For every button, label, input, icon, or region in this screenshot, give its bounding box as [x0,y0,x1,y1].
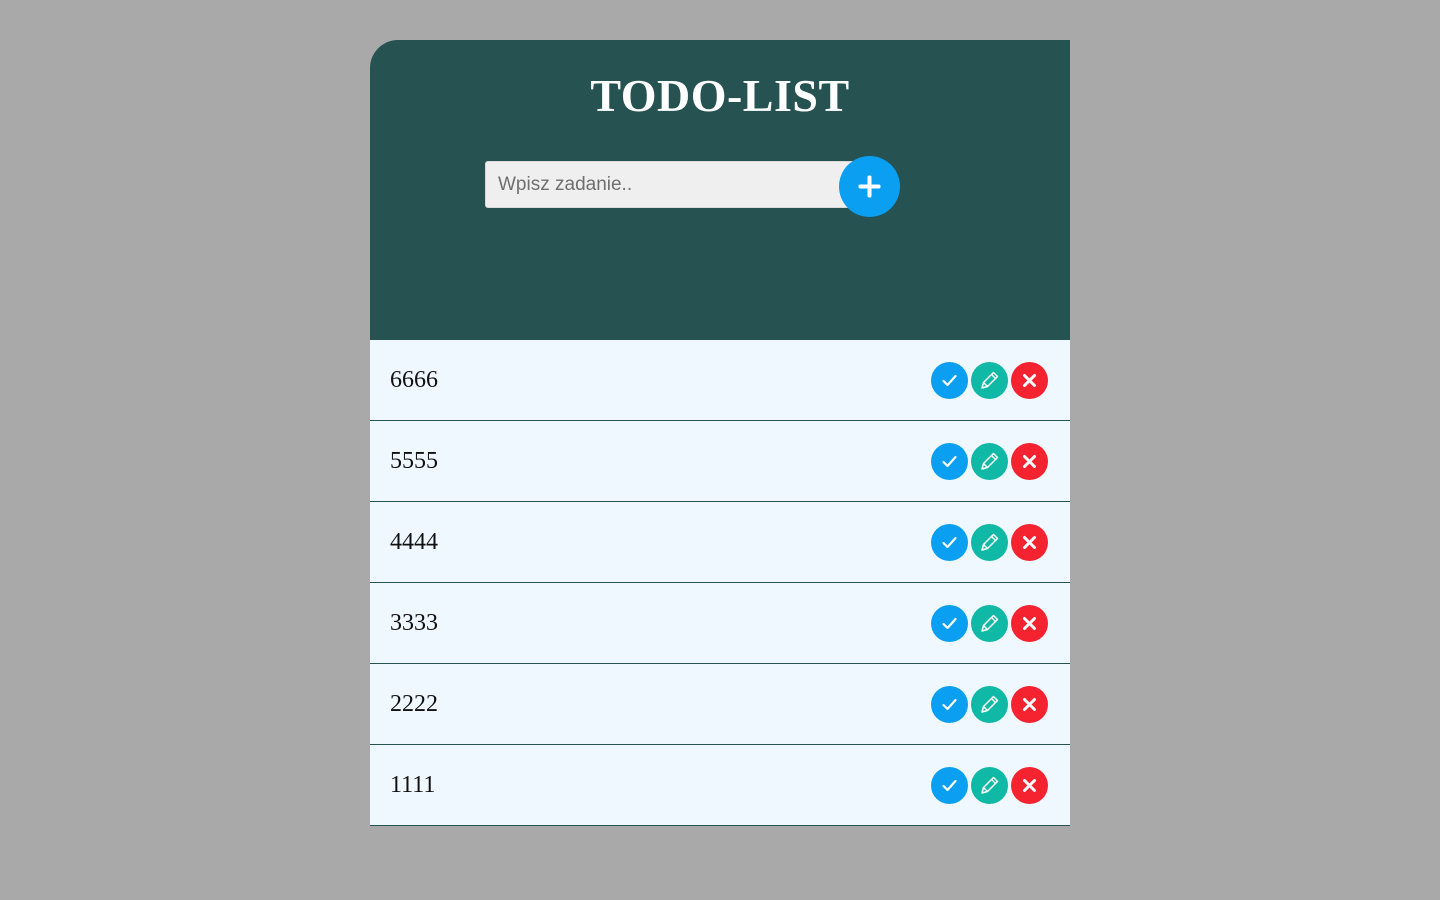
pencil-icon [981,452,999,470]
todo-app: TODO-LIST 6666 [370,40,1070,826]
close-icon [1023,779,1036,792]
delete-button[interactable] [1011,524,1048,561]
task-text: 2222 [390,691,438,717]
task-actions [931,524,1048,561]
check-icon [942,617,957,630]
done-button[interactable] [931,605,968,642]
task-actions [931,767,1048,804]
edit-button[interactable] [971,686,1008,723]
close-icon [1023,536,1036,549]
task-item: 2222 [370,664,1070,745]
task-item: 1111 [370,745,1070,826]
pencil-icon [981,371,999,389]
task-text: 1111 [390,772,436,798]
task-text: 6666 [390,367,438,393]
task-actions [931,443,1048,480]
task-text: 3333 [390,610,438,636]
edit-button[interactable] [971,605,1008,642]
done-button[interactable] [931,686,968,723]
task-actions [931,605,1048,642]
check-icon [942,779,957,792]
done-button[interactable] [931,767,968,804]
pencil-icon [981,533,999,551]
check-icon [942,698,957,711]
delete-button[interactable] [1011,767,1048,804]
task-text: 4444 [390,529,438,555]
edit-button[interactable] [971,443,1008,480]
task-list: 6666 5555 4444 3333 2222 1111 [370,340,1070,826]
delete-button[interactable] [1011,443,1048,480]
edit-button[interactable] [971,524,1008,561]
done-button[interactable] [931,362,968,399]
edit-button[interactable] [971,362,1008,399]
task-item: 5555 [370,421,1070,502]
check-icon [942,536,957,549]
done-button[interactable] [931,443,968,480]
check-icon [942,374,957,387]
task-actions [931,686,1048,723]
pencil-icon [981,776,999,794]
task-item: 6666 [370,340,1070,421]
add-task-form [485,156,901,217]
task-item: 3333 [370,583,1070,664]
delete-button[interactable] [1011,605,1048,642]
add-task-button[interactable] [839,156,900,217]
plus-icon [858,175,881,198]
task-item: 4444 [370,502,1070,583]
close-icon [1023,617,1036,630]
edit-button[interactable] [971,767,1008,804]
close-icon [1023,455,1036,468]
close-icon [1023,374,1036,387]
pencil-icon [981,695,999,713]
done-button[interactable] [931,524,968,561]
check-icon [942,455,957,468]
pencil-icon [981,614,999,632]
header: TODO-LIST [370,40,1070,340]
delete-button[interactable] [1011,362,1048,399]
task-input[interactable] [485,161,865,208]
close-icon [1023,698,1036,711]
task-text: 5555 [390,448,438,474]
task-actions [931,362,1048,399]
delete-button[interactable] [1011,686,1048,723]
page-title: TODO-LIST [590,70,850,121]
